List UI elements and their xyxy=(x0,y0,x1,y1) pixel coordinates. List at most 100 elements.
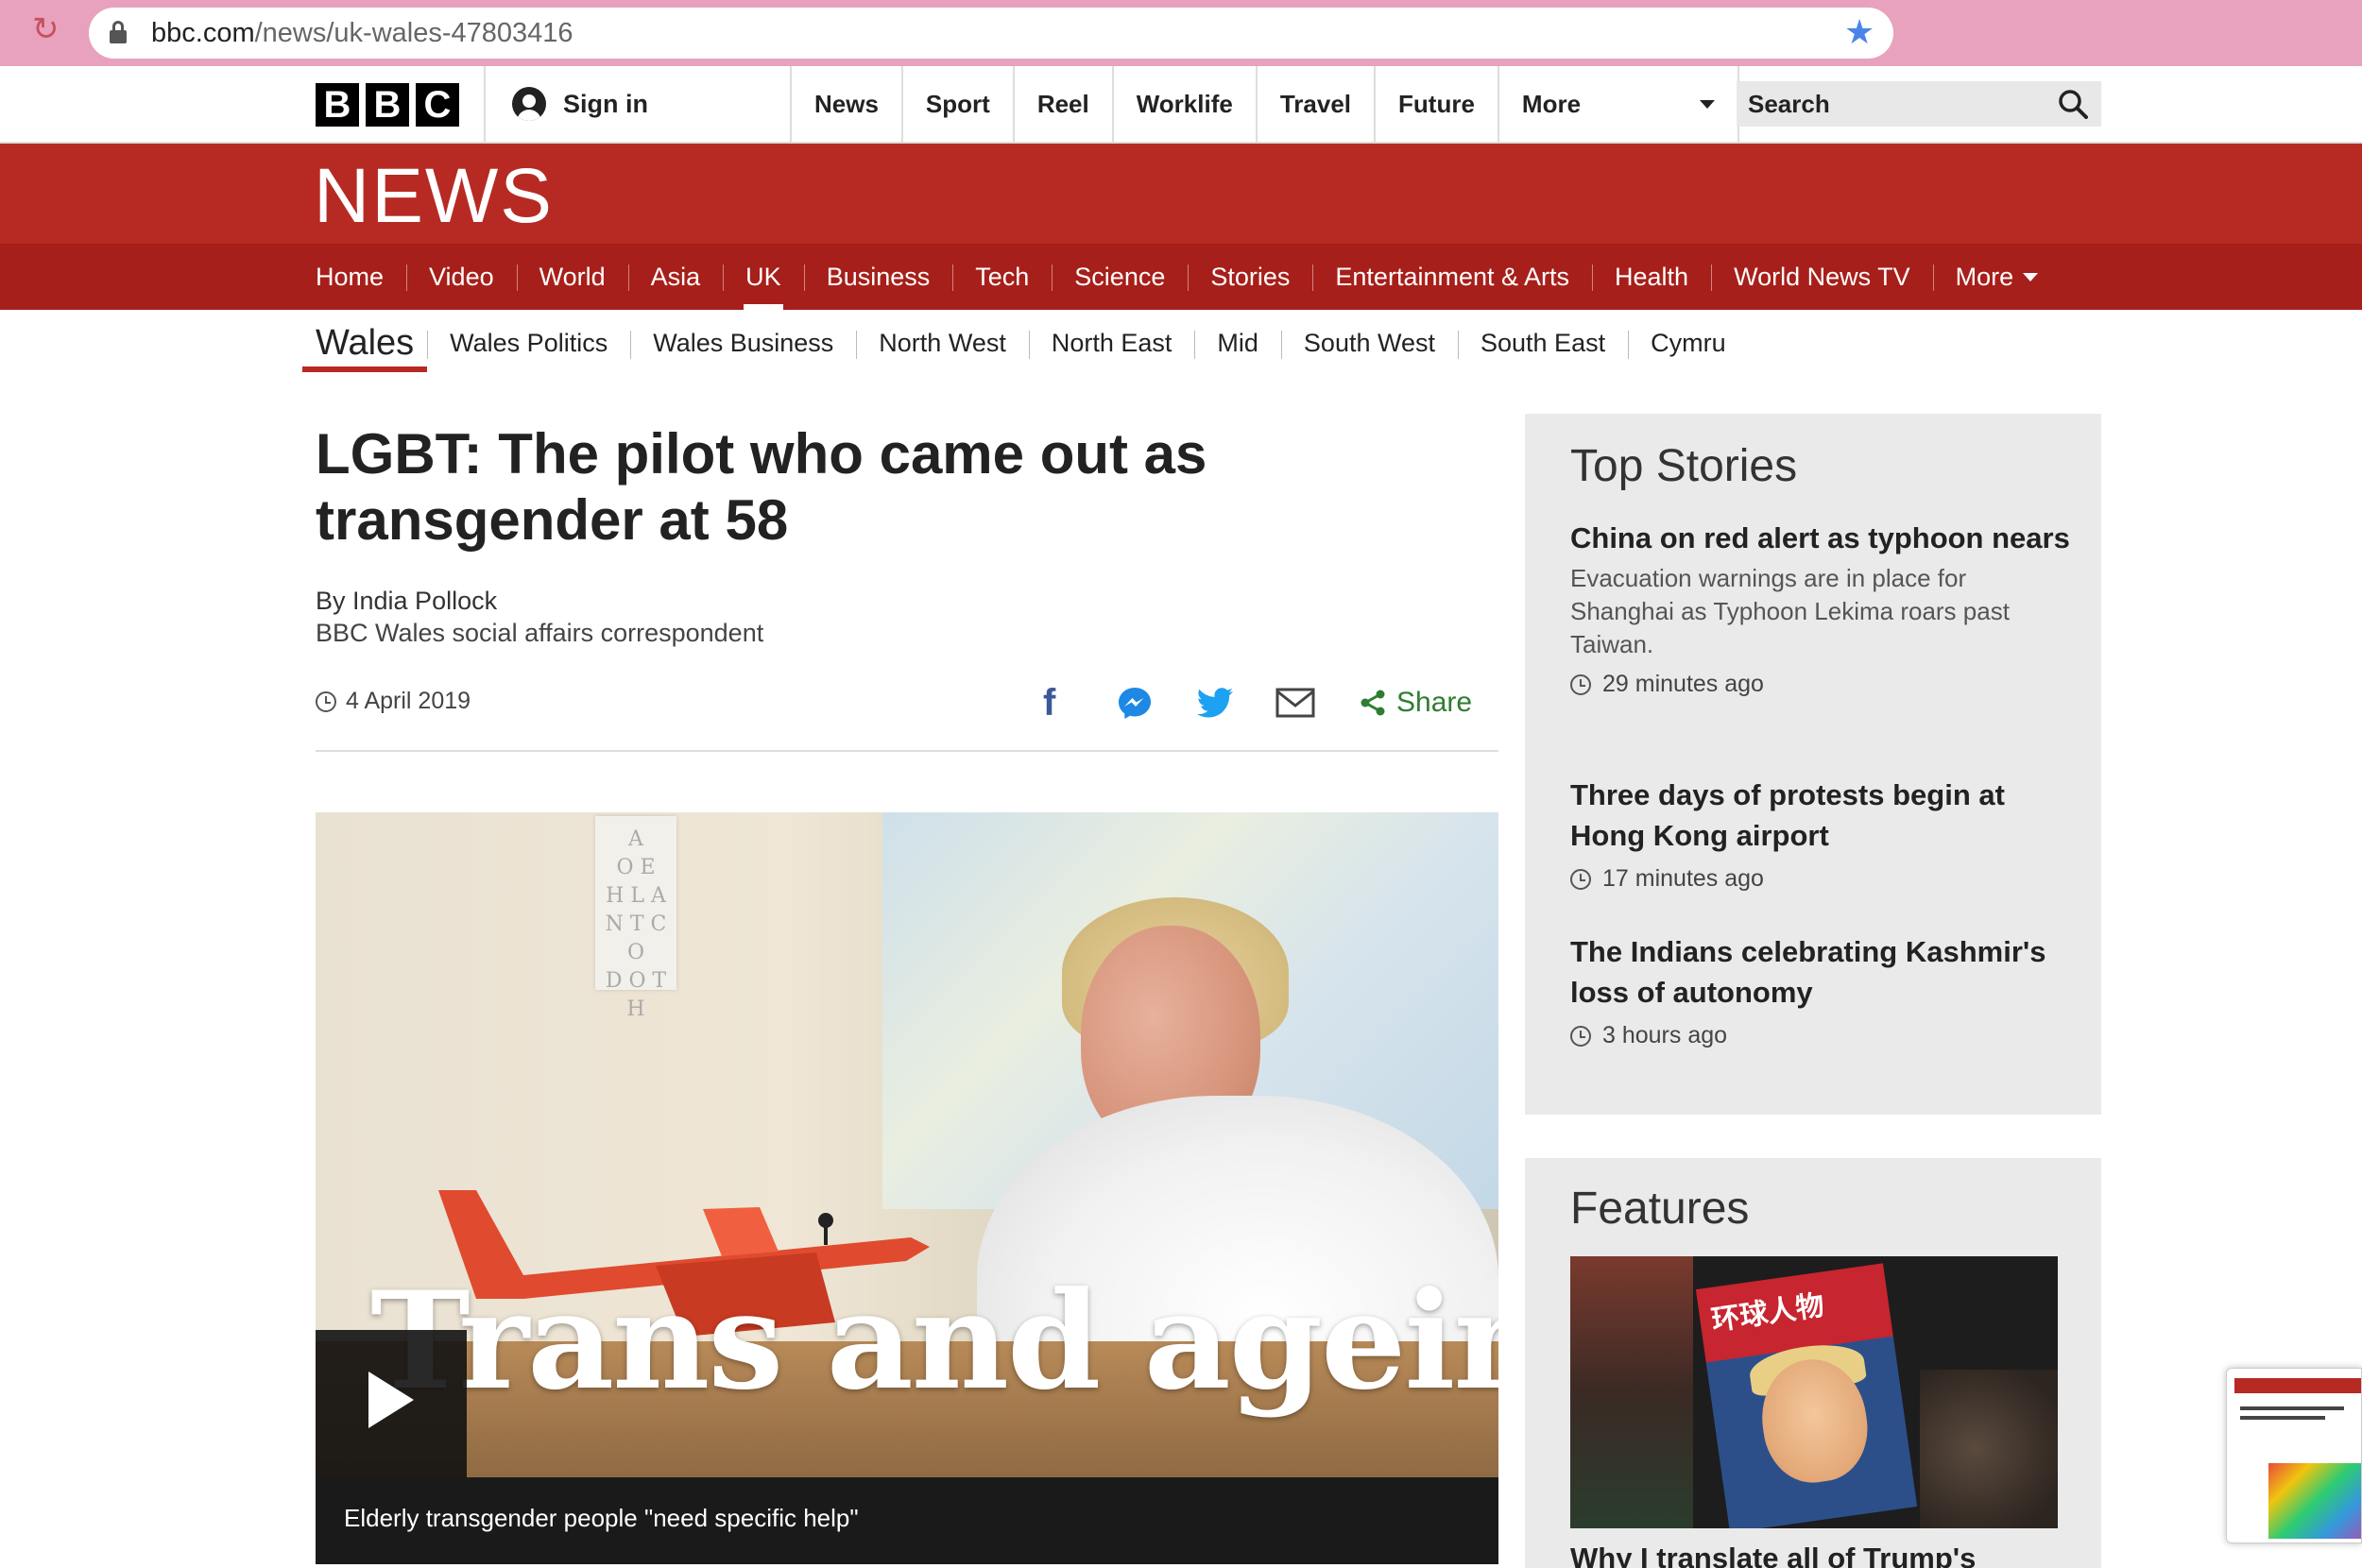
news-banner: NEWS xyxy=(0,144,2362,244)
topnav-reel[interactable]: Reel xyxy=(1012,66,1112,142)
nav-world[interactable]: World xyxy=(516,244,628,310)
eye-chart-line: O E xyxy=(616,856,656,879)
news-primary-nav: Home Video World Asia UK Business Tech S… xyxy=(0,244,2362,310)
nav-business[interactable]: Business xyxy=(803,244,953,310)
video-caption-bar: Elderly transgender people "need specifi… xyxy=(316,1477,1498,1564)
article-headline: LGBT: The pilot who came out as transgen… xyxy=(316,422,1207,552)
clock-icon xyxy=(1570,1025,1591,1047)
nav-more-dropdown[interactable]: More xyxy=(1932,244,2062,310)
bookmark-star-icon[interactable]: ★ xyxy=(1844,15,1874,49)
eye-chart-line: H L A xyxy=(606,884,666,908)
wales-secondary-nav: Wales Wales Politics Wales Business Nort… xyxy=(302,310,1749,376)
sign-in-link[interactable]: Sign in xyxy=(512,66,648,142)
article-date-text: 4 April 2019 xyxy=(346,688,471,714)
feature-image-magazine: 环球人物 xyxy=(1695,1263,1918,1528)
eye-chart-line: D O T H xyxy=(605,969,667,1021)
topnav-news[interactable]: News xyxy=(790,66,901,142)
address-bar[interactable]: bbc.com/news/uk-wales-47803416 ★ xyxy=(89,8,1893,59)
subnav-wales[interactable]: Wales xyxy=(302,310,428,376)
subnav-south-east[interactable]: South East xyxy=(1458,310,1628,376)
thumbnail-text-line xyxy=(2240,1406,2344,1410)
messenger-icon[interactable] xyxy=(1117,686,1153,720)
features-title: Features xyxy=(1570,1184,1750,1234)
reload-icon[interactable]: ↻ xyxy=(32,13,64,45)
top-story-item[interactable]: The Indians celebrating Kashmir's loss o… xyxy=(1570,931,2071,1049)
byline-author: By India Pollock xyxy=(316,587,498,615)
magazine-title: 环球人物 xyxy=(1709,1288,1826,1338)
thumbnail-banner xyxy=(2234,1378,2361,1393)
search-placeholder: Search xyxy=(1748,90,1830,118)
bbc-logo-letter: B xyxy=(316,83,359,127)
story-time-text: 29 minutes ago xyxy=(1602,671,1764,697)
topnav-sport[interactable]: Sport xyxy=(900,66,1013,142)
story-time-text: 3 hours ago xyxy=(1602,1022,1728,1048)
play-icon xyxy=(368,1372,414,1428)
search-input[interactable]: Search xyxy=(1737,81,2101,127)
bbc-logo-letter: B xyxy=(366,83,409,127)
screenshot-thumbnail[interactable] xyxy=(2226,1368,2362,1543)
header-divider xyxy=(316,750,1498,752)
news-logo[interactable]: NEWS xyxy=(314,153,554,240)
video-overlay-title: Trans and ageing xyxy=(370,1263,1498,1420)
subnav-cymru[interactable]: Cymru xyxy=(1628,310,1749,376)
nav-entertainment-arts[interactable]: Entertainment & Arts xyxy=(1312,244,1592,310)
share-icon xyxy=(1361,690,1385,716)
url-text[interactable]: bbc.com/news/uk-wales-47803416 xyxy=(151,17,573,49)
story-time-text: 17 minutes ago xyxy=(1602,865,1764,892)
url-domain: bbc.com xyxy=(151,18,255,48)
feature-headline[interactable]: Why I translate all of Trump's xyxy=(1570,1540,2080,1568)
nav-health[interactable]: Health xyxy=(1592,244,1711,310)
clock-icon xyxy=(1570,673,1591,695)
subnav-wales-business[interactable]: Wales Business xyxy=(630,310,856,376)
feature-image[interactable]: 环球人物 xyxy=(1570,1256,2058,1528)
subnav-wales-politics[interactable]: Wales Politics xyxy=(427,310,630,376)
share-tools: f Share xyxy=(1030,680,1498,725)
nav-video[interactable]: Video xyxy=(406,244,517,310)
top-story-item[interactable]: Three days of protests begin at Hong Kon… xyxy=(1570,775,2071,893)
video-caption: Elderly transgender people "need specifi… xyxy=(344,1504,859,1532)
subnav-north-west[interactable]: North West xyxy=(856,310,1029,376)
video-player[interactable]: A O E H L A N T C O D O T H Trans and ag… xyxy=(316,812,1498,1564)
features-panel: Features 环球人物 Why I translate all of Tru… xyxy=(1525,1158,2101,1568)
eye-chart-line: A xyxy=(628,827,643,851)
eye-chart-line: N T C O xyxy=(605,912,667,964)
subnav-mid[interactable]: Mid xyxy=(1194,310,1281,376)
search-icon[interactable] xyxy=(2058,89,2088,119)
topnav-worklife[interactable]: Worklife xyxy=(1111,66,1256,142)
top-story-item[interactable]: China on red alert as typhoon nears Evac… xyxy=(1570,518,2071,698)
story-headline[interactable]: China on red alert as typhoon nears xyxy=(1570,518,2071,558)
nav-uk[interactable]: UK xyxy=(723,244,804,310)
subnav-south-west[interactable]: South West xyxy=(1280,310,1458,376)
bbc-logo[interactable]: B B C xyxy=(316,83,459,127)
sign-in-label: Sign in xyxy=(563,89,648,118)
bbc-top-nav: News Sport Reel Worklife Travel Future M… xyxy=(790,66,1739,142)
share-label: Share xyxy=(1396,687,1473,718)
play-button[interactable] xyxy=(316,1330,467,1477)
clock-icon xyxy=(1570,868,1591,890)
nav-asia[interactable]: Asia xyxy=(627,244,724,310)
email-icon[interactable] xyxy=(1275,688,1315,718)
feature-image-shelf xyxy=(1570,1256,1693,1528)
nav-home[interactable]: Home xyxy=(293,244,406,310)
feature-image-hand xyxy=(1920,1370,2058,1528)
facebook-icon[interactable]: f xyxy=(1043,680,1055,725)
share-button[interactable]: Share xyxy=(1359,680,1472,725)
topnav-more-dropdown[interactable]: More xyxy=(1497,66,1739,142)
nav-tech[interactable]: Tech xyxy=(952,244,1052,310)
twitter-icon[interactable] xyxy=(1196,688,1234,718)
user-icon xyxy=(512,87,546,121)
story-headline[interactable]: The Indians celebrating Kashmir's loss o… xyxy=(1570,931,2071,1013)
lock-icon xyxy=(110,21,127,43)
eye-chart: A O E H L A N T C O D O T H xyxy=(595,816,676,1021)
nav-science[interactable]: Science xyxy=(1052,244,1188,310)
story-timestamp: 3 hours ago xyxy=(1570,1022,2071,1049)
subnav-north-east[interactable]: North East xyxy=(1028,310,1195,376)
article-date: 4 April 2019 xyxy=(316,688,471,715)
clock-icon xyxy=(316,690,336,712)
nav-world-news-tv[interactable]: World News TV xyxy=(1711,244,1933,310)
story-headline[interactable]: Three days of protests begin at Hong Kon… xyxy=(1570,775,2071,856)
nav-stories[interactable]: Stories xyxy=(1188,244,1312,310)
topnav-future[interactable]: Future xyxy=(1374,66,1498,142)
story-summary: Evacuation warnings are in place for Sha… xyxy=(1570,564,2010,658)
topnav-travel[interactable]: Travel xyxy=(1255,66,1374,142)
